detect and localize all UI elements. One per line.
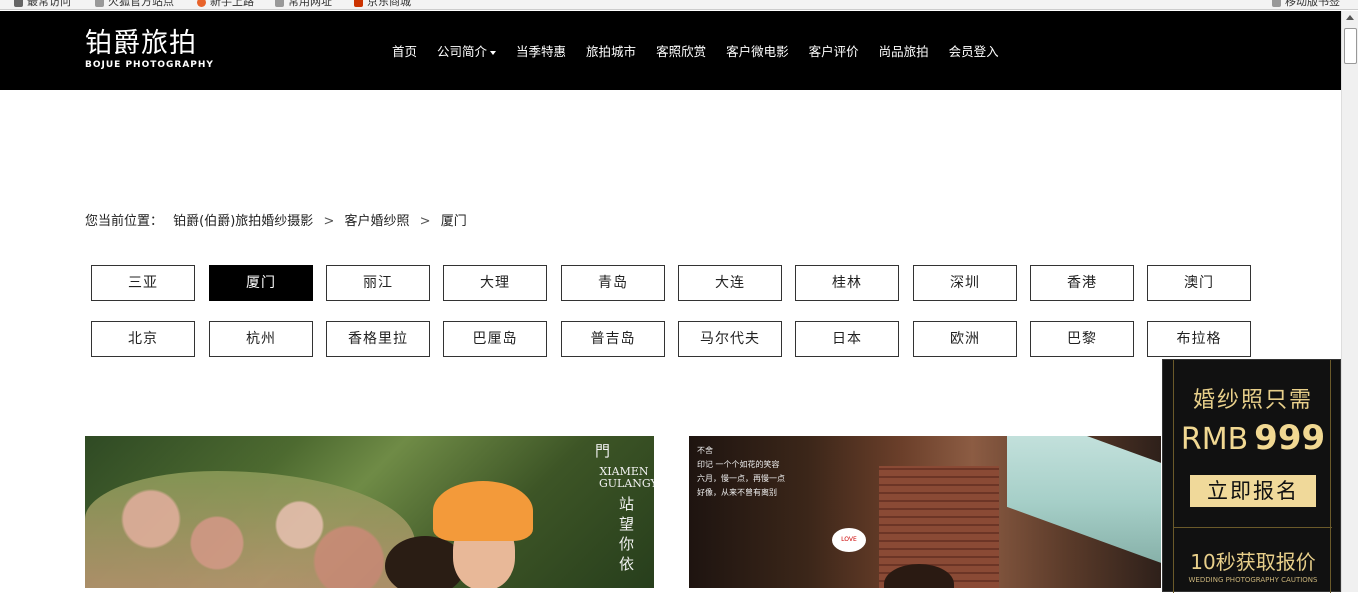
site-header: 铂爵旅拍 BOJUE PHOTOGRAPHY 首页 公司简介 当季特惠 旅拍城市…	[0, 11, 1341, 90]
bookmark-label: 火狐官方站点	[108, 0, 174, 8]
city-button-prague[interactable]: 布拉格	[1147, 321, 1251, 357]
city-button-dalian[interactable]: 大连	[678, 265, 782, 301]
photo-flowers	[85, 471, 415, 588]
bookmark-jd[interactable]: 京东商城	[354, 0, 411, 7]
nav-films[interactable]: 客户微电影	[726, 41, 789, 60]
nav-about-label: 公司简介	[437, 44, 488, 59]
breadcrumb-current[interactable]: 厦门	[441, 214, 467, 229]
breadcrumb-separator: >	[419, 214, 431, 229]
city-button-shenzhen[interactable]: 深圳	[913, 265, 1017, 301]
city-button-qingdao[interactable]: 青岛	[561, 265, 665, 301]
jd-icon	[354, 0, 363, 7]
caret-down-icon	[490, 50, 497, 55]
city-button-shangrila[interactable]: 香格里拉	[326, 321, 430, 357]
photo-caption: 站 望 你 依	[619, 495, 635, 573]
bookmark-label: 常用网址	[288, 0, 332, 8]
nav-login[interactable]: 会员登入	[949, 41, 999, 60]
city-button-guilin[interactable]: 桂林	[795, 265, 899, 301]
photo-hat	[433, 481, 533, 541]
logo-chinese: 铂爵旅拍	[85, 28, 197, 59]
photo-poem: 不舍 印记 一个个如花的笑容 六月，慢一点，再慢一点 好像，从来不曾有离别	[697, 444, 785, 500]
city-button-bali[interactable]: 巴厘岛	[443, 321, 547, 357]
page-icon	[95, 0, 104, 7]
quote-link[interactable]: 10秒获取报价	[1174, 546, 1332, 575]
promo-subtitle: WEDDING PHOTOGRAPHY CAUTIONS	[1188, 576, 1318, 584]
promo-amount: 999	[1254, 418, 1326, 458]
photo-caption: 門	[595, 442, 611, 460]
photo-caption: XIAMEN GULANGYU	[599, 465, 654, 490]
logo-english: BOJUE PHOTOGRAPHY	[85, 60, 214, 70]
firefox-icon	[197, 0, 206, 7]
bookmark-most-visited[interactable]: 最常访问	[14, 0, 71, 7]
photo-poem-line: 印记 一个个如花的笑容	[697, 460, 780, 469]
city-button-lijiang[interactable]: 丽江	[326, 265, 430, 301]
city-button-phuket[interactable]: 普吉岛	[561, 321, 665, 357]
promo-currency: RMB	[1180, 422, 1249, 457]
breadcrumb-prefix: 您当前位置：	[85, 214, 164, 229]
bookmark-common-sites[interactable]: 常用网址	[275, 0, 332, 7]
city-button-hangzhou[interactable]: 杭州	[209, 321, 313, 357]
city-button-dali[interactable]: 大理	[443, 265, 547, 301]
bookmark-getting-started[interactable]: 新手上路	[197, 0, 254, 7]
city-button-beijing[interactable]: 北京	[91, 321, 195, 357]
city-button-japan[interactable]: 日本	[795, 321, 899, 357]
bookmark-mobile[interactable]: 移动版书签	[1272, 0, 1340, 7]
nav-premium[interactable]: 尚品旅拍	[879, 41, 929, 60]
photo-awning	[1007, 436, 1161, 566]
breadcrumb-home[interactable]: 铂爵(伯爵)旅拍婚纱摄影	[173, 214, 313, 229]
gallery-photo-xiamen-gulangyu[interactable]: 門 XIAMEN GULANGYU 站 望 你 依	[85, 436, 654, 588]
breadcrumb: 您当前位置： 铂爵(伯爵)旅拍婚纱摄影 > 客户婚纱照 > 厦门	[85, 210, 473, 229]
city-button-europe[interactable]: 欧洲	[913, 321, 1017, 357]
promo-price: RMB 999	[1174, 418, 1332, 458]
nav-specials[interactable]: 当季特惠	[516, 41, 566, 60]
breadcrumb-category[interactable]: 客户婚纱照	[345, 214, 410, 229]
bookmark-label: 移动版书签	[1285, 0, 1340, 8]
gallery-photo-street[interactable]: 不舍 印记 一个个如花的笑容 六月，慢一点，再慢一点 好像，从来不曾有离别 LO…	[689, 436, 1161, 588]
bookmark-firefox[interactable]: 火狐官方站点	[95, 0, 174, 7]
phone-icon	[1272, 0, 1281, 7]
bookmark-label: 最常访问	[27, 0, 71, 8]
breadcrumb-separator: >	[323, 214, 335, 229]
scroll-up-icon[interactable]	[1346, 15, 1354, 20]
promo-divider	[1174, 527, 1332, 528]
site-logo[interactable]: 铂爵旅拍 BOJUE PHOTOGRAPHY	[85, 28, 214, 71]
bookmark-label: 京东商城	[367, 0, 411, 8]
page-scrollbar[interactable]	[1341, 11, 1358, 592]
nav-home[interactable]: 首页	[392, 41, 417, 60]
city-button-maldives[interactable]: 马尔代夫	[678, 321, 782, 357]
scroll-thumb[interactable]	[1344, 28, 1357, 64]
city-button-hongkong[interactable]: 香港	[1030, 265, 1134, 301]
photo-speech-bubble: LOVE	[832, 528, 866, 552]
photo-poem-line: 不舍	[697, 446, 713, 455]
bookmark-label: 新手上路	[210, 0, 254, 8]
city-button-sanya[interactable]: 三亚	[91, 265, 195, 301]
gear-icon	[14, 0, 23, 7]
promo-frame: 婚纱照只需 RMB 999 立即报名 10秒获取报价 WEDDING PHOTOG…	[1173, 360, 1332, 593]
city-button-macau[interactable]: 澳门	[1147, 265, 1251, 301]
nav-cities[interactable]: 旅拍城市	[586, 41, 636, 60]
signup-button[interactable]: 立即报名	[1190, 475, 1316, 507]
nav-about[interactable]: 公司简介	[437, 41, 497, 60]
bookmarks-bar: 最常访问 火狐官方站点 新手上路 常用网址 京东商城 移动版书签	[0, 0, 1358, 10]
city-button-paris[interactable]: 巴黎	[1030, 321, 1134, 357]
promo-headline: 婚纱照只需	[1192, 388, 1313, 413]
main-nav: 首页 公司简介 当季特惠 旅拍城市 客照欣赏 客户微电影 客户评价 尚品旅拍 会…	[392, 41, 1019, 60]
nav-gallery[interactable]: 客照欣赏	[656, 41, 706, 60]
promo-widget: 婚纱照只需 RMB 999 立即报名 10秒获取报价 WEDDING PHOTOG…	[1162, 359, 1341, 593]
photo-poem-line: 好像，从来不曾有离别	[697, 488, 777, 497]
photo-poem-line: 六月，慢一点，再慢一点	[697, 474, 785, 483]
city-button-xiamen[interactable]: 厦门	[209, 265, 313, 301]
nav-reviews[interactable]: 客户评价	[809, 41, 859, 60]
folder-icon	[275, 0, 284, 7]
